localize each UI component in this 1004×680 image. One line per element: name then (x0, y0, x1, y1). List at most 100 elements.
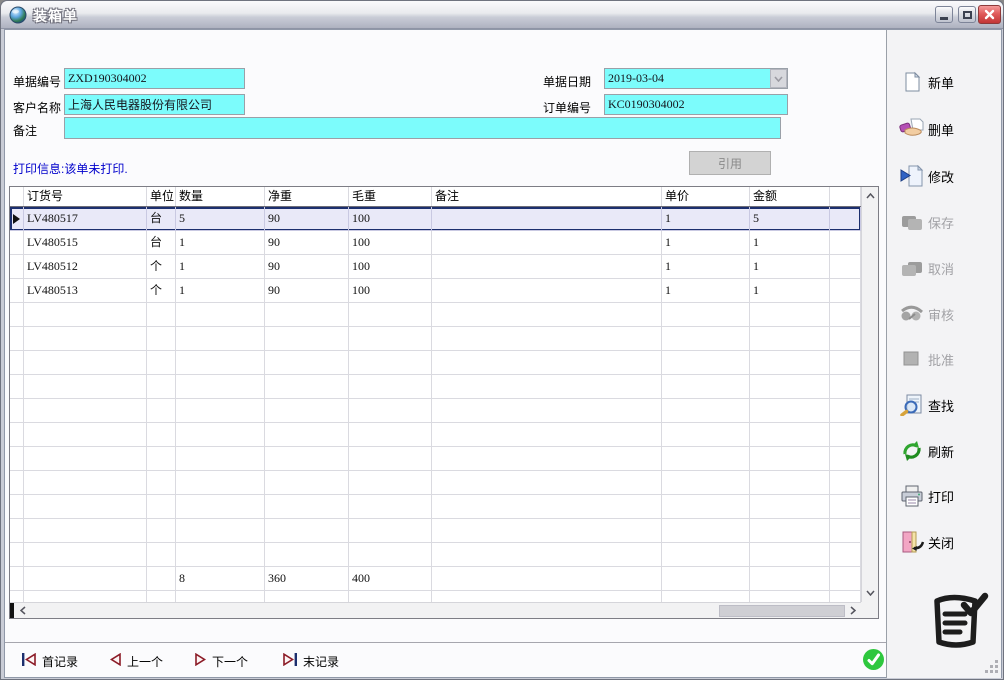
grid-cell[interactable] (432, 231, 662, 255)
grid-cell-filler (830, 255, 861, 279)
grid-header-cell[interactable]: 毛重 (349, 187, 432, 206)
grid-cell[interactable]: 1 (750, 231, 830, 255)
grid-cell[interactable] (432, 255, 662, 279)
remark-input[interactable] (64, 117, 781, 139)
grid-cell[interactable]: 100 (349, 231, 432, 255)
sidebar-button-refresh[interactable]: 刷新 (899, 436, 997, 466)
grid-cell[interactable]: 1 (662, 207, 750, 231)
grid-cell[interactable] (432, 207, 662, 231)
grid-cell[interactable] (432, 279, 662, 303)
maximize-button[interactable] (958, 6, 976, 23)
grid-cell (662, 303, 750, 327)
grid-header-cell[interactable]: 数量 (176, 187, 265, 206)
grid-cell (750, 303, 830, 327)
close-button[interactable] (978, 5, 1001, 24)
sidebar-button-delete[interactable]: 删单 (899, 114, 997, 144)
order-no-input[interactable] (604, 94, 788, 115)
scroll-down-icon[interactable] (862, 586, 878, 600)
grid-cell (750, 543, 830, 567)
sidebar-button-new[interactable]: 新单 (899, 67, 997, 97)
table-row[interactable]: LV480515台19010011 (10, 231, 861, 255)
nav-button-next-record[interactable]: 下一个 (194, 652, 248, 670)
grid-cell[interactable]: 100 (349, 255, 432, 279)
sidebar-button-label: 刷新 (928, 442, 954, 461)
doc-no-label: 单据编号 (13, 73, 61, 90)
nav-button-last-record[interactable]: 末记录 (282, 652, 339, 670)
grid-cell-filler (830, 351, 861, 375)
grid-cell (24, 351, 147, 375)
grid-cell[interactable]: LV480513 (24, 279, 147, 303)
sidebar-button-find[interactable]: 查找 (899, 390, 997, 420)
current-row-arrow-icon (13, 214, 20, 224)
grid-cell (432, 399, 662, 423)
grid-cell (349, 327, 432, 351)
grid-cell[interactable]: 个 (147, 279, 176, 303)
scroll-left-icon[interactable] (16, 603, 30, 618)
sidebar-button-modify[interactable]: 修改 (899, 161, 997, 191)
confirm-green-icon[interactable] (862, 648, 885, 671)
grid-cell[interactable]: 90 (265, 255, 349, 279)
remark-label: 备注 (13, 122, 37, 139)
grid-cell (24, 543, 147, 567)
print-icon (899, 484, 925, 508)
title-bar[interactable]: 装箱单 (1, 1, 1003, 29)
grid-cell[interactable]: 1 (176, 231, 265, 255)
grid-header-cell[interactable]: 单位 (147, 187, 176, 206)
horizontal-scrollbar[interactable] (10, 602, 861, 618)
grid-cell[interactable]: 1 (662, 231, 750, 255)
grid-cell[interactable]: 90 (265, 231, 349, 255)
minimize-button[interactable] (935, 6, 953, 23)
grid-cell[interactable]: 90 (265, 279, 349, 303)
grid-cell[interactable]: 1 (662, 255, 750, 279)
empty-row (10, 327, 861, 351)
grid-header-cell[interactable]: 金额 (750, 187, 830, 206)
grid-cell[interactable]: LV480517 (24, 207, 147, 231)
nav-button-first-record[interactable]: 首记录 (21, 652, 78, 670)
table-row[interactable]: LV480517台59010015 (10, 207, 861, 231)
grid-cell[interactable]: 5 (176, 207, 265, 231)
scroll-up-icon[interactable] (862, 189, 878, 203)
grid-cell (349, 447, 432, 471)
grid-cell (432, 351, 662, 375)
vertical-scrollbar[interactable] (861, 187, 878, 602)
grid-header-cell[interactable]: 单价 (662, 187, 750, 206)
row-indicator (10, 279, 24, 303)
doc-no-input[interactable] (64, 68, 245, 89)
horizontal-scroll-thumb[interactable] (719, 605, 845, 617)
row-indicator (10, 351, 24, 375)
grid-cell[interactable]: 个 (147, 255, 176, 279)
grid-cell[interactable]: 1 (750, 279, 830, 303)
resize-grip[interactable] (984, 660, 999, 674)
grid-cell[interactable]: 1 (176, 279, 265, 303)
table-row[interactable]: LV480512个19010011 (10, 255, 861, 279)
grid-cell[interactable]: 1 (750, 255, 830, 279)
sidebar-button-print[interactable]: 打印 (899, 481, 997, 511)
grid-cell[interactable]: 台 (147, 207, 176, 231)
last-record-icon (282, 653, 298, 669)
grid-cell[interactable]: 台 (147, 231, 176, 255)
find-icon (899, 393, 925, 417)
refresh-icon (899, 439, 925, 463)
grid-header-cell[interactable]: 净重 (265, 187, 349, 206)
grid-cell[interactable]: 100 (349, 207, 432, 231)
grid-cell[interactable]: 5 (750, 207, 830, 231)
table-row[interactable]: LV480513个19010011 (10, 279, 861, 303)
grid-header-cell[interactable]: 订货号 (24, 187, 147, 206)
grid-cell (662, 351, 750, 375)
grid-cell (750, 471, 830, 495)
grid-cell[interactable]: 100 (349, 279, 432, 303)
grid-cell[interactable]: LV480512 (24, 255, 147, 279)
grid-cell[interactable]: 1 (662, 279, 750, 303)
grid-cell (349, 543, 432, 567)
grid-cell[interactable]: 1 (176, 255, 265, 279)
grid-cell (750, 495, 830, 519)
grid-cell[interactable]: LV480515 (24, 231, 147, 255)
sidebar-button-close[interactable]: 关闭 (899, 527, 997, 557)
grid-header-cell[interactable]: 备注 (432, 187, 662, 206)
grid-cell[interactable]: 90 (265, 207, 349, 231)
customer-input[interactable] (64, 94, 245, 115)
doc-date-input[interactable] (604, 68, 788, 89)
new-doc-icon (899, 70, 925, 94)
scroll-right-icon[interactable] (846, 603, 860, 618)
nav-button-previous-record[interactable]: 上一个 (109, 652, 163, 670)
